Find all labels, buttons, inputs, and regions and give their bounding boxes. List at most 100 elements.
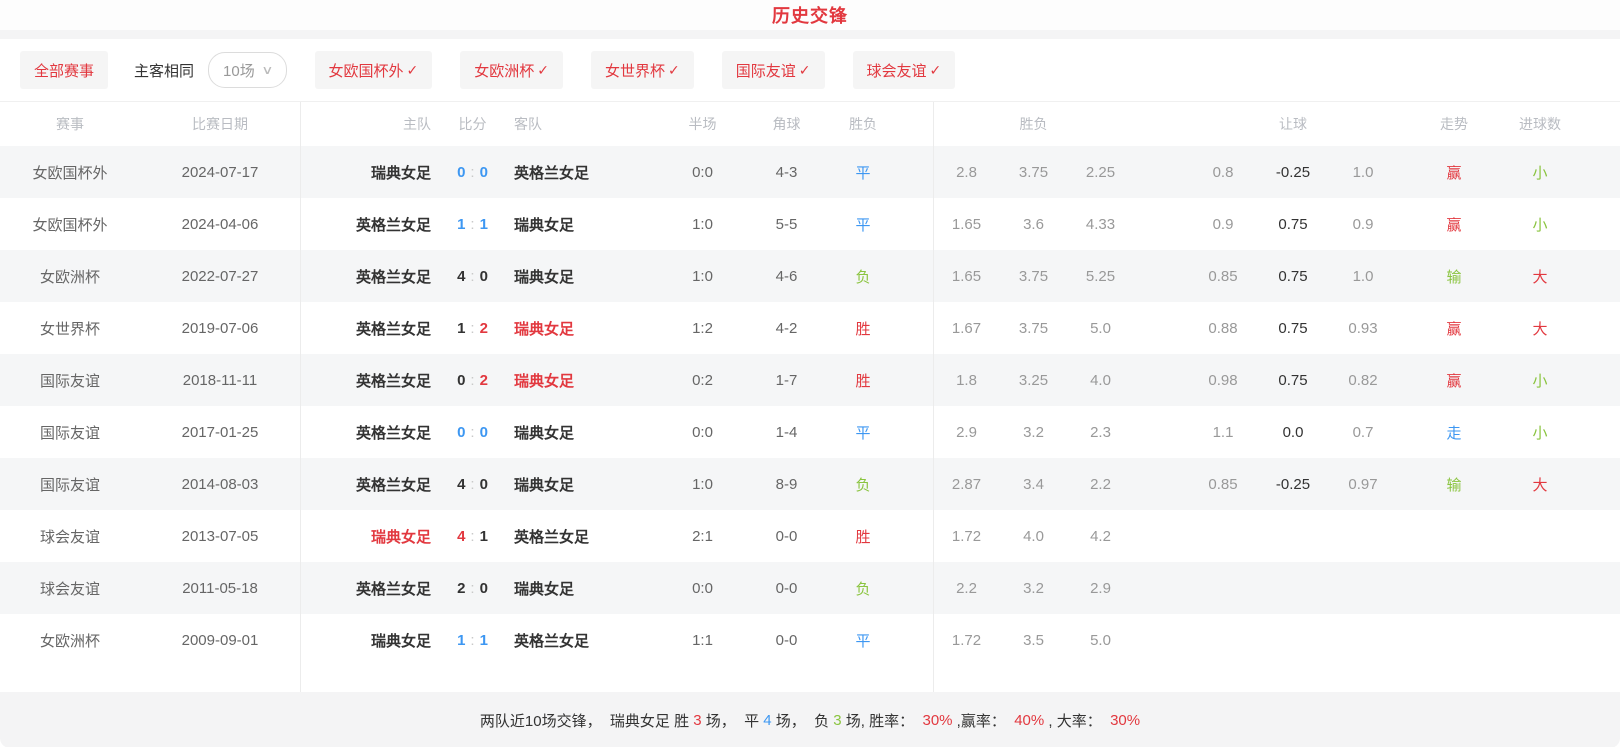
league-filter-chip[interactable]: 女世界杯 ✓ — [591, 51, 694, 89]
header-corners: 角球 — [745, 114, 828, 134]
result-cell: 平 — [828, 214, 898, 235]
column-divider-left — [300, 102, 301, 692]
header-result: 胜负 — [828, 114, 898, 134]
check-icon: ✓ — [668, 62, 680, 79]
table-bottom-spacer — [0, 666, 1620, 692]
table-body: 女欧国杯外 2024-07-17 瑞典女足 0:0 英格兰女足 0:0 4-3 … — [0, 146, 1620, 666]
odds-draw: 3.75 — [1000, 164, 1067, 181]
match-row[interactable]: 球会友谊 2013-07-05 瑞典女足 4:1 英格兰女足 2:1 0-0 胜… — [0, 510, 1620, 562]
handicap-away-odds: 0.9 — [1328, 216, 1398, 233]
half-time-cell: 0:0 — [660, 424, 745, 441]
date-cell: 2017-01-25 — [140, 424, 300, 441]
corners-cell: 4-3 — [745, 164, 828, 181]
odds-home-win: 1.72 — [933, 632, 1000, 649]
summary-segment: 30% — [1110, 712, 1140, 729]
score-cell: 0:0 — [435, 424, 510, 441]
summary-segment: 3 — [833, 712, 841, 729]
score-separator: : — [470, 424, 474, 441]
odds-home-win: 2.87 — [933, 476, 1000, 493]
match-row[interactable]: 国际友谊 2018-11-11 英格兰女足 0:2 瑞典女足 0:2 1-7 胜… — [0, 354, 1620, 406]
odds-draw: 3.4 — [1000, 476, 1067, 493]
away-goals: 0 — [480, 424, 488, 441]
handicap-line: 0.75 — [1258, 216, 1328, 233]
away-team-cell: 英格兰女足 — [510, 630, 660, 651]
odds-home-win: 1.65 — [933, 268, 1000, 285]
home-team-cell: 瑞典女足 — [300, 630, 435, 651]
result-cell: 负 — [828, 474, 898, 495]
summary-segment: 场, 胜率： — [842, 710, 923, 731]
handicap-line: 0.75 — [1258, 372, 1328, 389]
odds-away-win: 5.25 — [1067, 268, 1134, 285]
summary-segment: 场， 平 — [702, 710, 764, 731]
score-cell: 0:2 — [435, 372, 510, 389]
home-goals: 0 — [457, 164, 465, 181]
score-separator: : — [470, 268, 474, 285]
summary-segment: 3 — [693, 712, 701, 729]
score-cell: 4:0 — [435, 268, 510, 285]
goals-over-under-cell: 大 — [1510, 318, 1570, 339]
league-filter-chip[interactable]: 球会友谊 ✓ — [853, 51, 956, 89]
result-cell: 负 — [828, 578, 898, 599]
match-row[interactable]: 国际友谊 2017-01-25 英格兰女足 0:0 瑞典女足 0:0 1-4 平… — [0, 406, 1620, 458]
handicap-line: 0.75 — [1258, 268, 1328, 285]
away-team-cell: 瑞典女足 — [510, 214, 660, 235]
score-cell: 2:0 — [435, 580, 510, 597]
match-row[interactable]: 女欧洲杯 2022-07-27 英格兰女足 4:0 瑞典女足 1:0 4-6 负… — [0, 250, 1620, 302]
odds-away-win: 2.9 — [1067, 580, 1134, 597]
match-row[interactable]: 女世界杯 2019-07-06 英格兰女足 1:2 瑞典女足 1:2 4-2 胜… — [0, 302, 1620, 354]
divider-band — [0, 30, 1620, 39]
trend-cell: 走 — [1398, 422, 1510, 443]
result-cell: 平 — [828, 630, 898, 651]
score-separator: : — [470, 320, 474, 337]
half-time-cell: 0:2 — [660, 372, 745, 389]
match-row[interactable]: 女欧国杯外 2024-04-06 英格兰女足 1:1 瑞典女足 1:0 5-5 … — [0, 198, 1620, 250]
half-time-cell: 1:0 — [660, 476, 745, 493]
goals-over-under-cell: 小 — [1510, 214, 1570, 235]
match-row[interactable]: 女欧国杯外 2024-07-17 瑞典女足 0:0 英格兰女足 0:0 4-3 … — [0, 146, 1620, 198]
header-date: 比赛日期 — [140, 114, 300, 134]
home-team-cell: 瑞典女足 — [300, 526, 435, 547]
odds-home-win: 1.72 — [933, 528, 1000, 545]
home-team-cell: 瑞典女足 — [300, 162, 435, 183]
league-filter-chip[interactable]: 女欧国杯外 ✓ — [315, 51, 433, 89]
match-row[interactable]: 女欧洲杯 2009-09-01 瑞典女足 1:1 英格兰女足 1:1 0-0 平… — [0, 614, 1620, 666]
odds-draw: 3.75 — [1000, 320, 1067, 337]
match-count-dropdown[interactable]: 10场 ∨ — [208, 52, 286, 88]
trend-cell: 赢 — [1398, 318, 1510, 339]
league-filter-label: 女欧洲杯 — [474, 60, 534, 81]
date-cell: 2013-07-05 — [140, 528, 300, 545]
league-cell: 国际友谊 — [0, 422, 140, 443]
match-row[interactable]: 国际友谊 2014-08-03 英格兰女足 4:0 瑞典女足 1:0 8-9 负… — [0, 458, 1620, 510]
corners-cell: 0-0 — [745, 580, 828, 597]
home-goals: 0 — [457, 372, 465, 389]
away-goals: 1 — [480, 632, 488, 649]
odds-draw: 3.5 — [1000, 632, 1067, 649]
odds-away-win: 2.2 — [1067, 476, 1134, 493]
odds-draw: 3.25 — [1000, 372, 1067, 389]
handicap-home-odds: 0.88 — [1188, 320, 1258, 337]
header-win-draw-loss-odds: 胜负 — [933, 114, 1134, 134]
half-time-cell: 1:0 — [660, 216, 745, 233]
handicap-home-odds: 0.8 — [1188, 164, 1258, 181]
result-cell: 胜 — [828, 526, 898, 547]
handicap-home-odds: 0.98 — [1188, 372, 1258, 389]
chevron-down-icon: ∨ — [261, 63, 273, 77]
match-row[interactable]: 球会友谊 2011-05-18 英格兰女足 2:0 瑞典女足 0:0 0-0 负… — [0, 562, 1620, 614]
league-filter-chip[interactable]: 国际友谊 ✓ — [722, 51, 825, 89]
away-goals: 0 — [480, 580, 488, 597]
summary-segment: 40% — [1014, 712, 1044, 729]
table-header-row: 赛事 比赛日期 主队 比分 客队 半场 角球 胜负 胜负 让球 走势 进球数 — [0, 102, 1620, 146]
league-cell: 女欧洲杯 — [0, 630, 140, 651]
goals-over-under-cell: 小 — [1510, 422, 1570, 443]
league-filter-chip[interactable]: 女欧洲杯 ✓ — [460, 51, 563, 89]
league-filter-label: 女欧国杯外 — [329, 60, 404, 81]
matches-table: 赛事 比赛日期 主队 比分 客队 半场 角球 胜负 胜负 让球 走势 进球数 女… — [0, 101, 1620, 692]
filter-all-events-button[interactable]: 全部赛事 — [20, 51, 108, 89]
result-cell: 胜 — [828, 318, 898, 339]
handicap-home-odds: 0.85 — [1188, 268, 1258, 285]
score-separator: : — [470, 580, 474, 597]
away-goals: 1 — [480, 216, 488, 233]
goals-over-under-cell: 大 — [1510, 266, 1570, 287]
corners-cell: 4-6 — [745, 268, 828, 285]
result-cell: 胜 — [828, 370, 898, 391]
